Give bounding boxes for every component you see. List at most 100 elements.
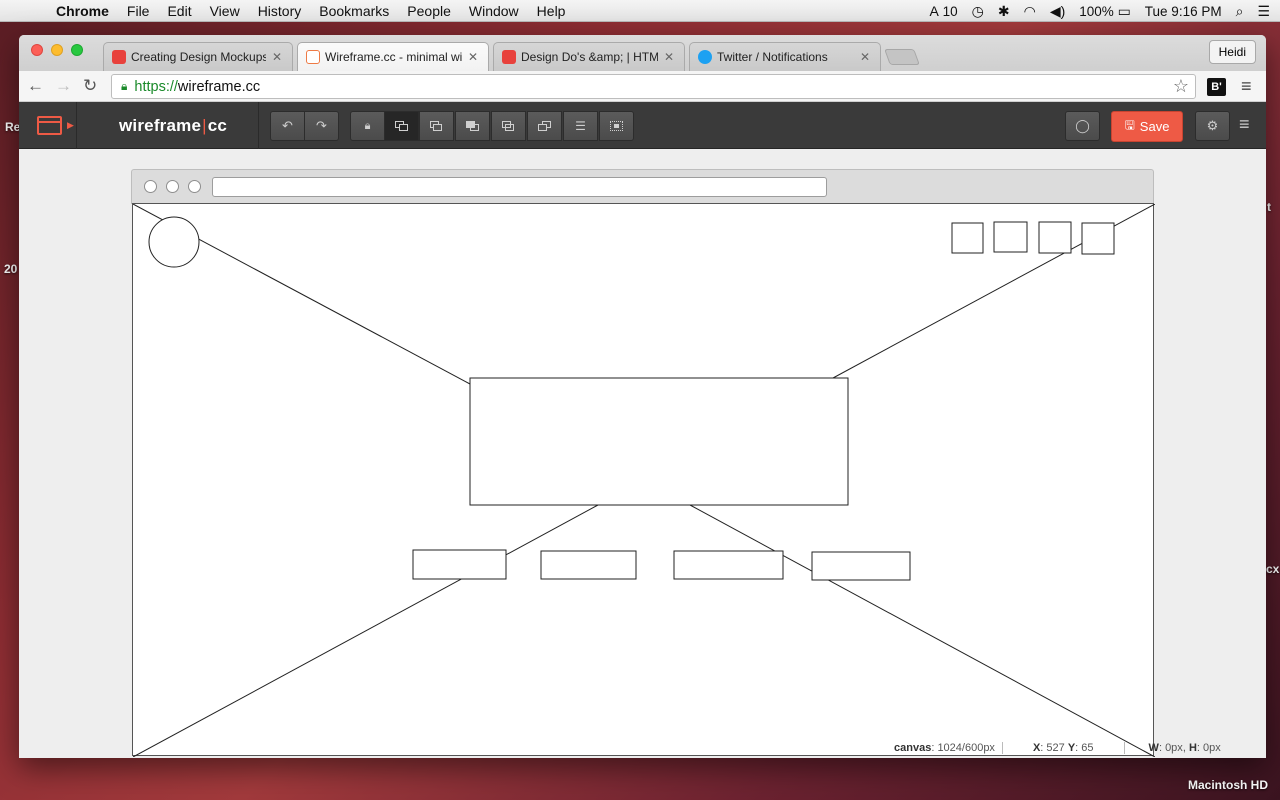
tab-strip: Creating Design Mockups | ✕ Wireframe.cc…: [19, 35, 1266, 71]
hero-box[interactable]: [469, 377, 849, 506]
menu-history[interactable]: History: [258, 3, 302, 19]
close-tab-icon[interactable]: ✕: [860, 50, 870, 64]
canvas-label: canvas: [894, 742, 932, 754]
move-to-top-button[interactable]: [527, 111, 562, 141]
tab-title: Creating Design Mockups |: [131, 50, 266, 64]
close-tab-icon[interactable]: ✕: [272, 50, 282, 64]
menu-edit[interactable]: Edit: [167, 3, 191, 19]
close-tab-icon[interactable]: ✕: [468, 50, 478, 64]
forward-arrow-icon[interactable]: →: [55, 76, 72, 96]
send-to-back-button[interactable]: [384, 111, 419, 141]
hamburger-menu-icon[interactable]: ≡: [1239, 114, 1250, 135]
menu-file[interactable]: File: [127, 3, 150, 19]
content-box[interactable]: [412, 549, 507, 580]
bluetooth-icon[interactable]: ✱: [998, 3, 1010, 20]
menu-help[interactable]: Help: [537, 3, 566, 19]
app-name-left: wireframe: [119, 115, 202, 135]
time-machine-icon[interactable]: ◷: [972, 3, 984, 20]
move-to-top-icon: [538, 121, 551, 131]
wireframe-canvas[interactable]: [132, 203, 1155, 757]
close-tab-icon[interactable]: ✕: [664, 50, 674, 64]
undo-button[interactable]: ↶: [270, 111, 305, 141]
browser-toolbar: ← → ↻ 🔒︎ https://wireframe.cc ☆ B' ≡: [19, 71, 1266, 102]
nav-square[interactable]: [951, 222, 984, 254]
redo-button[interactable]: ↷: [304, 111, 339, 141]
back-arrow-icon[interactable]: ←: [27, 76, 44, 96]
secure-lock-icon[interactable]: 🔒︎: [121, 79, 127, 94]
close-window-button[interactable]: [31, 44, 43, 56]
tab-creating-design-mockups[interactable]: Creating Design Mockups | ✕: [103, 42, 293, 71]
bookmark-star-icon[interactable]: ☆: [1173, 76, 1189, 97]
menu-bookmarks[interactable]: Bookmarks: [319, 3, 389, 19]
align-left-button[interactable]: ☰: [563, 111, 598, 141]
content-box[interactable]: [540, 550, 637, 580]
content-box[interactable]: [673, 550, 784, 580]
menubar-clock[interactable]: Tue 9:16 PM: [1145, 4, 1222, 19]
menu-window[interactable]: Window: [469, 3, 519, 19]
mac-menubar: Chrome File Edit View History Bookmarks …: [0, 0, 1280, 22]
site-favicon-icon: [502, 50, 516, 64]
selection-size-status: W: 0px, H: 0px: [1148, 742, 1221, 754]
wireframe-favicon-icon: [306, 50, 320, 64]
app-logo-button[interactable]: ▶: [19, 102, 77, 149]
volume-icon[interactable]: ◀): [1050, 3, 1065, 20]
save-button[interactable]: 🖫 Save: [1111, 111, 1183, 142]
comment-button[interactable]: ◯: [1065, 111, 1100, 141]
profile-button[interactable]: Heidi: [1208, 40, 1256, 64]
macintosh-hd-label[interactable]: Macintosh HD: [1188, 778, 1268, 792]
tab-twitter-notifications[interactable]: Twitter / Notifications ✕: [689, 42, 881, 71]
adobe-count: 10: [942, 4, 958, 19]
frame-url-bar[interactable]: [212, 177, 827, 197]
menu-people[interactable]: People: [407, 3, 451, 19]
tab-title: Twitter / Notifications: [717, 50, 828, 64]
bring-backward-icon: [430, 121, 443, 131]
chrome-menu-icon[interactable]: ≡: [1241, 76, 1252, 97]
tab-title: Design Do's &amp; | HTML: [521, 50, 658, 64]
desktop-fragment: 20: [4, 262, 18, 276]
battery-status[interactable]: 100% ▭: [1079, 3, 1131, 20]
adobe-icon: A: [929, 3, 939, 19]
wireframe-browser-frame[interactable]: [131, 169, 1154, 204]
frame-dot: [188, 180, 201, 193]
canvas-size-value: 1024/600px: [937, 742, 995, 754]
address-bar[interactable]: 🔒︎ https://wireframe.cc ☆: [111, 74, 1196, 99]
x-value: 527: [1046, 742, 1065, 754]
y-value: 65: [1081, 742, 1094, 754]
url-host: wireframe.cc: [177, 78, 261, 95]
caret-right-icon: ▶: [67, 120, 74, 130]
app-name-separator: |: [202, 115, 207, 135]
tab-design-dos[interactable]: Design Do's &amp; | HTML ✕: [493, 42, 685, 71]
redo-icon: ↷: [316, 118, 327, 133]
nav-square[interactable]: [993, 221, 1028, 253]
reload-icon[interactable]: ↻: [83, 76, 97, 96]
app-name-right: cc: [207, 115, 228, 135]
extension-b-icon[interactable]: B': [1207, 78, 1226, 96]
url-scheme: https://: [134, 78, 178, 95]
new-tab-button[interactable]: [884, 49, 920, 65]
desktop-fragment: cx: [1266, 562, 1280, 576]
bring-backward-button[interactable]: [419, 111, 454, 141]
settings-button[interactable]: ⚙: [1195, 111, 1230, 141]
tab-wireframe-cc[interactable]: Wireframe.cc - minimal wir ✕: [297, 42, 489, 71]
lock-button[interactable]: 🔒︎: [350, 111, 385, 141]
logo-placeholder-circle[interactable]: [148, 216, 200, 268]
minimize-window-button[interactable]: [51, 44, 63, 56]
menu-view[interactable]: View: [210, 3, 240, 19]
menu-app[interactable]: Chrome: [56, 3, 109, 19]
bring-forward-button[interactable]: [455, 111, 490, 141]
floppy-disk-icon: 🖫: [1124, 118, 1135, 132]
content-box[interactable]: [811, 551, 911, 581]
notification-center-icon[interactable]: ☰: [1257, 3, 1270, 20]
chrome-window: Creating Design Mockups | ✕ Wireframe.cc…: [19, 35, 1266, 758]
wifi-icon[interactable]: ◠: [1024, 3, 1036, 20]
nav-square[interactable]: [1038, 221, 1072, 254]
w-value: 0px: [1165, 742, 1183, 754]
gears-icon: ⚙: [1206, 118, 1219, 133]
bring-to-front-button[interactable]: [491, 111, 526, 141]
nav-square[interactable]: [1081, 222, 1115, 255]
zoom-window-button[interactable]: [71, 44, 83, 56]
adobe-status[interactable]: A 10: [930, 3, 958, 19]
spotlight-search-icon[interactable]: ⌕: [1236, 3, 1244, 20]
comment-bubble-icon: ◯: [1075, 118, 1090, 133]
group-button[interactable]: [599, 111, 634, 141]
